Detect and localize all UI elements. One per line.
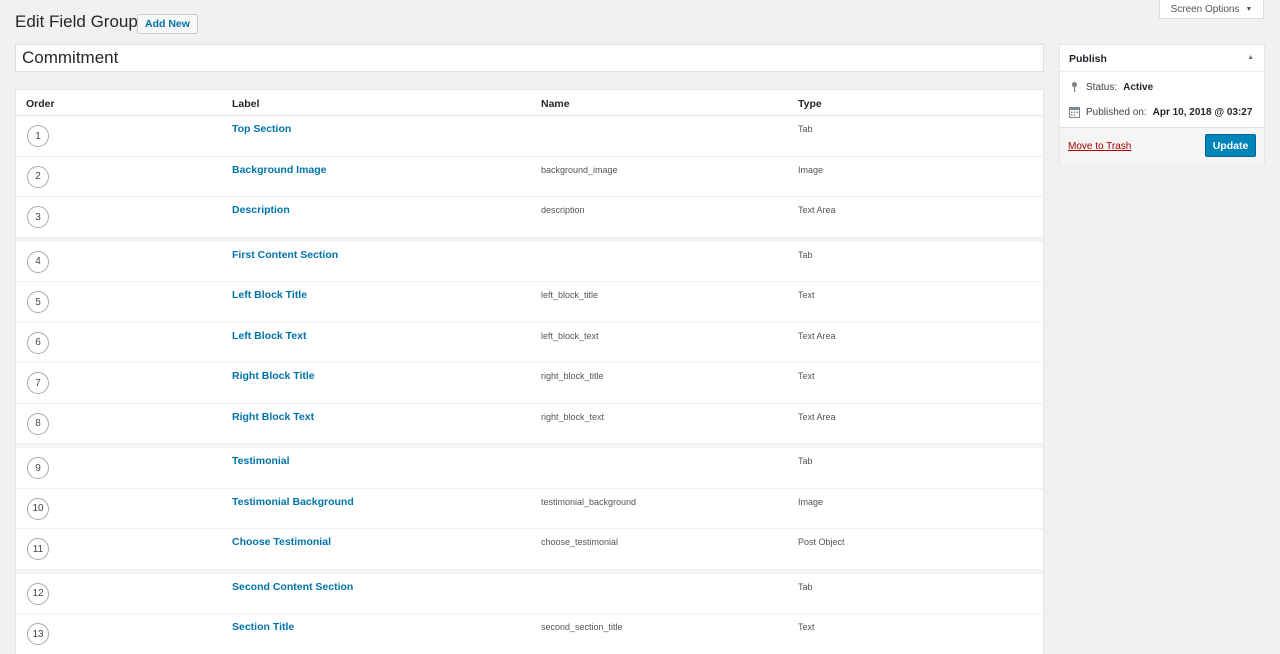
field-name: testimonial_background	[541, 496, 637, 507]
fields-table-body: 1 Top Section Tab 2 Background Image backgrou…	[16, 116, 1043, 654]
move-to-trash-link[interactable]: Move to Trash	[1068, 141, 1131, 152]
column-header-type: Type	[798, 98, 822, 110]
field-type: Post Object	[798, 537, 845, 547]
status-value: Active	[1123, 81, 1154, 93]
field-label-link[interactable]: Background Image	[232, 164, 327, 176]
field-row: 11 Choose Testimonial choose_testimonial Po…	[16, 529, 1043, 570]
order-number[interactable]: 8	[27, 412, 49, 435]
page-title: Edit Field Group	[15, 12, 138, 31]
caret-up-icon[interactable]: ▲	[1247, 54, 1254, 61]
caret-down-icon: ▼	[1245, 5, 1253, 13]
status-label: Status:	[1086, 81, 1118, 93]
field-row: 10 Testimonial Background testimonial_back…	[16, 489, 1043, 529]
field-name: description	[541, 205, 585, 215]
field-name: second_section_title	[541, 622, 623, 632]
order-number[interactable]: 9	[27, 457, 49, 479]
field-label-link[interactable]: Description	[232, 204, 290, 216]
field-type: Tab	[798, 581, 813, 592]
fields-table: Order Label Name Type 1 Top Section Tab 2 Ba…	[15, 89, 1044, 654]
column-header-order: Order	[26, 98, 55, 110]
order-number[interactable]: 11	[27, 538, 49, 560]
column-header-name: Name	[541, 98, 570, 110]
pin-icon	[1071, 81, 1078, 92]
field-row: 9 Testimonial Tab	[16, 444, 1043, 489]
field-row: 7 Right Block Title right_block_title Text	[16, 363, 1043, 404]
publish-box-header: Publish ▲	[1060, 45, 1264, 72]
order-number[interactable]: 6	[27, 331, 49, 354]
field-label-link[interactable]: Right Block Text	[232, 411, 314, 423]
field-name: right_block_title	[541, 371, 604, 381]
column-header-label: Label	[232, 98, 260, 110]
order-number[interactable]: 12	[27, 582, 49, 605]
published-line: Published on: Apr 10, 2018 @ 03:27	[1069, 106, 1252, 118]
field-name: background_image	[541, 164, 618, 175]
field-label-link[interactable]: First Content Section	[232, 249, 338, 261]
field-type: Tab	[798, 456, 813, 466]
order-number[interactable]: 5	[27, 291, 49, 313]
screen-options-label: Screen Options	[1170, 3, 1240, 15]
calendar-icon	[1069, 107, 1080, 118]
field-type: Text	[798, 622, 815, 632]
field-name: left_block_text	[541, 330, 599, 341]
published-label: Published on:	[1086, 106, 1147, 118]
order-number[interactable]: 1	[27, 125, 49, 147]
field-label-link[interactable]: Left Block Text	[232, 330, 306, 342]
field-row: 1 Top Section Tab	[16, 116, 1043, 157]
field-type: Text	[798, 290, 815, 300]
field-label-link[interactable]: Choose Testimonial	[232, 536, 331, 548]
field-row: 13 Section Title second_section_title Text	[16, 614, 1043, 654]
field-row: 12 Second Content Section Tab	[16, 569, 1043, 614]
field-row: 8 Right Block Text right_block_text Text Ar…	[16, 404, 1043, 444]
publish-box: Publish ▲ Status: Active Published on: A…	[1059, 44, 1265, 164]
field-name: choose_testimonial	[541, 537, 619, 547]
screen-options-button[interactable]: Screen Options ▼	[1159, 0, 1264, 19]
order-number[interactable]: 7	[27, 372, 49, 394]
field-type: Image	[798, 164, 824, 175]
field-row: 4 First Content Section Tab	[16, 237, 1043, 282]
field-type: Text Area	[798, 205, 836, 215]
order-number[interactable]: 3	[27, 206, 49, 228]
field-label-link[interactable]: Right Block Title	[232, 370, 315, 382]
fields-table-header: Order Label Name Type	[16, 90, 1043, 116]
field-type: Text Area	[798, 330, 836, 341]
order-number[interactable]: 2	[27, 165, 49, 188]
field-label-link[interactable]: Second Content Section	[232, 581, 353, 593]
field-label-link[interactable]: Left Block Title	[232, 289, 307, 301]
field-label-link[interactable]: Top Section	[232, 123, 291, 135]
field-name: right_block_text	[541, 411, 605, 422]
field-type: Text	[798, 371, 815, 381]
field-group-title-input[interactable]: Commitment	[15, 44, 1044, 72]
order-number[interactable]: 13	[27, 623, 49, 645]
field-type: Tab	[798, 124, 813, 134]
field-row: 3 Description description Text Area	[16, 197, 1043, 238]
field-row: 5 Left Block Title left_block_title Text	[16, 282, 1043, 323]
publish-actions: Move to Trash Update	[1060, 127, 1264, 164]
field-label-link[interactable]: Testimonial Background	[232, 496, 354, 508]
field-row: 6 Left Block Text left_block_text Text Area	[16, 323, 1043, 363]
field-type: Tab	[798, 249, 813, 260]
order-number[interactable]: 4	[27, 250, 49, 273]
published-value: Apr 10, 2018 @ 03:27	[1152, 106, 1253, 118]
publish-title: Publish	[1069, 53, 1107, 65]
field-label-link[interactable]: Section Title	[232, 621, 294, 633]
field-type: Image	[798, 496, 824, 507]
status-line: Status: Active	[1069, 81, 1153, 93]
add-new-button[interactable]: Add New	[137, 14, 198, 34]
field-name: left_block_title	[541, 290, 599, 300]
order-number[interactable]: 10	[27, 497, 49, 520]
update-button[interactable]: Update	[1205, 134, 1256, 157]
field-row: 2 Background Image background_image Image	[16, 157, 1043, 197]
field-label-link[interactable]: Testimonial	[232, 455, 290, 467]
field-type: Text Area	[798, 411, 836, 422]
